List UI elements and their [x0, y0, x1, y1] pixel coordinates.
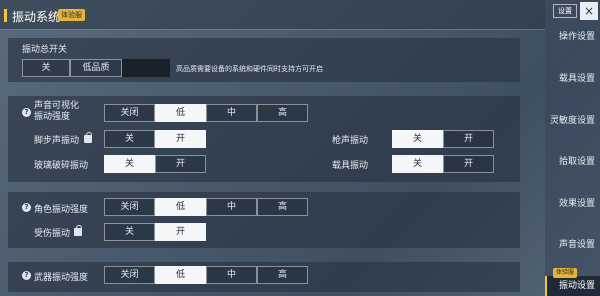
gunshot-vibration-label: 枪声振动 — [332, 136, 369, 146]
header-divider — [0, 29, 545, 30]
glass-break-on-option[interactable]: 开 — [155, 155, 206, 173]
sound-visual-label-line2: 振动强度 — [34, 112, 71, 122]
character-high-option[interactable]: 高 — [257, 198, 308, 216]
lock-icon — [74, 225, 82, 236]
sidebar-item-pickup[interactable]: 拾取设置 — [545, 152, 600, 172]
vehicle-vibration-label: 载具振动 — [332, 161, 369, 171]
weapon-medium-option[interactable]: 中 — [206, 266, 257, 284]
gunshot-on-option[interactable]: 开 — [443, 130, 494, 148]
weapon-off-option[interactable]: 关闭 — [104, 266, 155, 284]
help-icon[interactable]: ? — [22, 108, 31, 117]
glass-break-off-option[interactable]: 关 — [104, 155, 155, 173]
gunshot-off-option[interactable]: 关 — [392, 130, 443, 148]
character-medium-option[interactable]: 中 — [206, 198, 257, 216]
weapon-high-option[interactable]: 高 — [257, 266, 308, 284]
master-off-option[interactable]: 关 — [22, 59, 70, 77]
master-switch-title: 振动总开关 — [22, 45, 68, 55]
sound-visual-high-option[interactable]: 高 — [257, 104, 308, 122]
help-icon[interactable]: ? — [22, 271, 31, 280]
sound-visual-medium-option[interactable]: 中 — [206, 104, 257, 122]
sidebar-item-vibration[interactable]: 振动设置 — [545, 276, 600, 296]
sound-visual-label: 声音可视化 振动强度 — [34, 101, 79, 123]
sidebar-item-controls[interactable]: 操作设置 — [545, 27, 600, 47]
footstep-off-option[interactable]: 关 — [104, 130, 155, 148]
character-vibration-label: 角色振动强度 — [34, 205, 89, 215]
sidebar-item-vehicle[interactable]: 载具设置 — [545, 69, 600, 89]
hurt-vibration-label: 受伤振动 — [34, 229, 71, 239]
sound-visual-low-option[interactable]: 低 — [155, 104, 206, 122]
page-title: 振动系统 — [12, 10, 61, 24]
character-low-option[interactable]: 低 — [155, 198, 206, 216]
sidebar-item-effects[interactable]: 效果设置 — [545, 194, 600, 214]
master-quality-note: 高品质需要设备的系统和硬件同时支持方可开启 — [176, 65, 323, 73]
sound-visual-off-option[interactable]: 关闭 — [104, 104, 155, 122]
sidebar-item-sound[interactable]: 声音设置 — [545, 235, 600, 255]
vehicle-on-option[interactable]: 开 — [443, 155, 494, 173]
sound-visual-label-line1: 声音可视化 — [34, 101, 80, 111]
sidebar-item-sensitivity[interactable]: 灵敏度设置 — [545, 111, 600, 131]
vibration-settings-screen: 振动系统 体验服 设置 × 操作设置 载具设置 灵敏度设置 拾取设置 效果设置 … — [0, 0, 600, 296]
footstep-vibration-label: 脚步声振动 — [34, 136, 80, 146]
sidebar-beta-badge: 体验服 — [553, 268, 578, 278]
weapon-vibration-label: 武器振动强度 — [34, 273, 89, 283]
lock-icon — [84, 132, 92, 143]
master-high-quality-option-locked[interactable] — [122, 59, 170, 77]
close-button[interactable]: × — [580, 2, 598, 20]
character-off-option[interactable]: 关闭 — [104, 198, 155, 216]
footstep-on-option[interactable]: 开 — [155, 130, 206, 148]
beta-badge: 体验服 — [58, 9, 85, 21]
header-bar: 振动系统 体验服 — [0, 0, 545, 30]
hurt-off-option[interactable]: 关 — [104, 223, 155, 241]
settings-chip: 设置 — [553, 4, 577, 18]
hurt-on-option[interactable]: 开 — [155, 223, 206, 241]
weapon-low-option[interactable]: 低 — [155, 266, 206, 284]
vehicle-off-option[interactable]: 关 — [392, 155, 443, 173]
glass-break-vibration-label: 玻璃破碎振动 — [34, 161, 89, 171]
help-icon[interactable]: ? — [22, 203, 31, 212]
sidebar-active-indicator — [545, 276, 547, 296]
header-accent-bar — [4, 9, 7, 22]
master-low-quality-option[interactable]: 低品质 — [70, 59, 122, 77]
